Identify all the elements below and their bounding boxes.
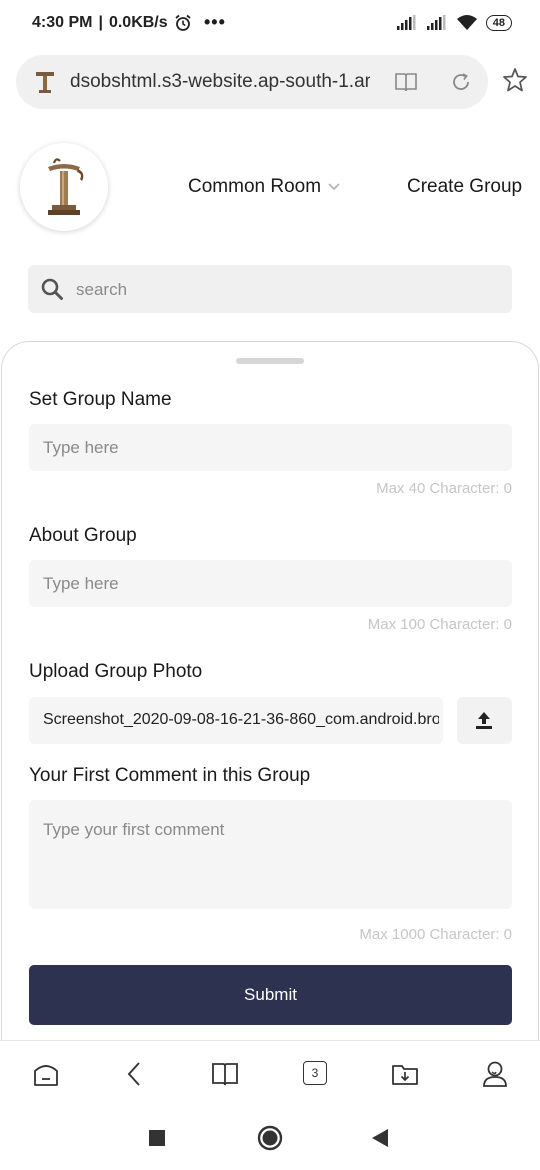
photo-file-field[interactable]: Screenshot_2020-09-08-16-21-36-860_com.a…	[29, 697, 443, 744]
tabs-button[interactable]: 3	[301, 1059, 331, 1089]
star-icon[interactable]	[502, 67, 528, 93]
status-bar: 4:30 PM | 0.0KB/s ••• 48	[0, 0, 540, 50]
reload-icon[interactable]	[450, 71, 472, 93]
signal-icon	[426, 14, 446, 30]
submit-button[interactable]: Submit	[29, 965, 512, 1025]
group-name-counter: Max 40 Character: 0	[376, 480, 512, 497]
nav-common-room[interactable]: Common Room	[188, 176, 341, 198]
upload-photo-label: Upload Group Photo	[29, 661, 203, 682]
group-name-label: Set Group Name	[29, 389, 172, 410]
about-group-input[interactable]	[29, 560, 512, 607]
battery-icon: 48	[485, 14, 512, 31]
bookmarks-icon[interactable]	[210, 1059, 240, 1089]
upload-photo-button[interactable]	[457, 697, 512, 744]
status-left: 4:30 PM | 0.0KB/s	[32, 14, 192, 32]
logo-icon	[48, 158, 84, 215]
alarm-icon	[175, 14, 191, 31]
home-circle-icon[interactable]	[256, 1124, 284, 1152]
search-input[interactable]	[74, 275, 498, 305]
nav-create-group[interactable]: Create Group	[407, 176, 522, 198]
wifi-icon	[456, 15, 477, 30]
first-comment-input[interactable]	[29, 800, 512, 909]
group-name-input[interactable]	[29, 424, 512, 471]
status-speed: 0.0KB/s	[108, 14, 168, 31]
status-more: •••	[204, 12, 226, 32]
home-icon[interactable]	[31, 1059, 61, 1089]
status-divider: |	[98, 14, 103, 31]
photo-file-name: Screenshot_2020-09-08-16-21-36-860_com.a…	[43, 711, 439, 728]
back-triangle-icon[interactable]	[371, 1128, 389, 1148]
address-bar[interactable]: dsobshtml.s3-website.ap-south-1.amazonaw…	[16, 55, 488, 109]
status-right: 48	[396, 14, 512, 31]
chevron-down-icon	[328, 183, 340, 191]
signal-icon	[396, 14, 416, 30]
search-icon	[41, 278, 63, 300]
back-icon[interactable]	[120, 1059, 150, 1089]
recents-icon[interactable]	[148, 1129, 166, 1147]
nav-common-room-label: Common Room	[188, 176, 322, 197]
browser-toolbar: 3	[0, 1040, 540, 1108]
first-comment-counter: Max 1000 Character: 0	[359, 926, 512, 943]
downloads-icon[interactable]	[390, 1059, 420, 1089]
tabs-icon: 3	[303, 1061, 327, 1085]
first-comment-label: Your First Comment in this Group	[29, 765, 311, 786]
sheet-drag-handle[interactable]	[236, 358, 304, 364]
profile-icon[interactable]	[480, 1059, 510, 1089]
system-nav-bar	[0, 1107, 540, 1170]
search-bar[interactable]	[28, 265, 512, 313]
status-time: 4:30 PM	[32, 14, 93, 31]
upload-icon	[476, 712, 492, 729]
site-favicon-icon	[36, 72, 54, 93]
about-group-counter: Max 100 Character: 0	[367, 616, 512, 633]
site-logo[interactable]	[20, 143, 108, 231]
url-text[interactable]: dsobshtml.s3-website.ap-south-1.amazonaw…	[70, 71, 370, 93]
about-group-label: About Group	[29, 525, 137, 546]
reader-mode-icon[interactable]	[394, 71, 418, 93]
